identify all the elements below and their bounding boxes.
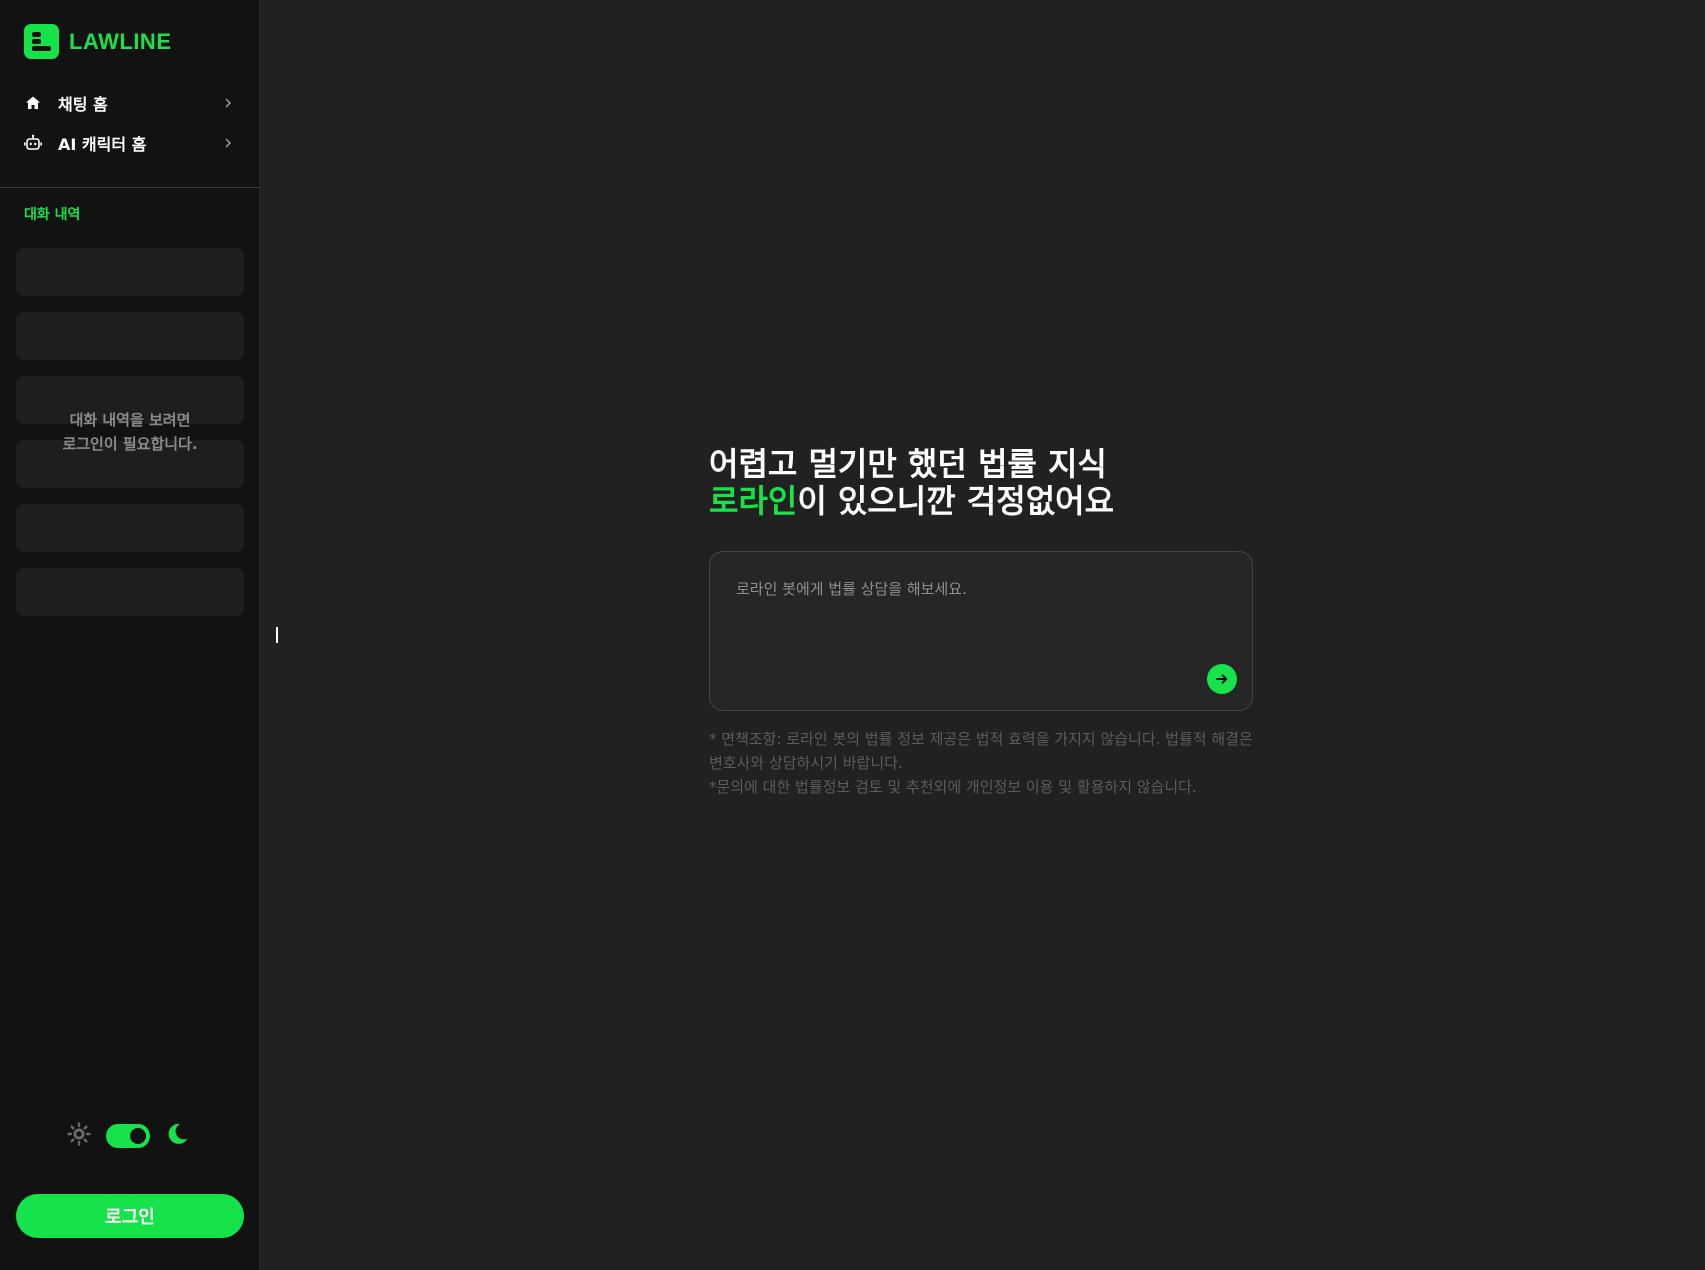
disclaimer-line: * 면책조항: 로라인 봇의 법률 정보 제공은 법적 효력을 가지지 않습니다… [709, 730, 1253, 772]
send-button[interactable] [1207, 664, 1237, 694]
history-login-notice: 대화 내역을 보려면 로그인이 필요합니다. [62, 411, 198, 453]
theme-switcher [66, 1121, 190, 1151]
robot-icon [24, 134, 42, 152]
hero-heading: 어렵고 멀기만 했던 법률 지식 로라인이 있으니깐 걱정없어요 [709, 446, 1114, 520]
history-placeholder-item [16, 568, 244, 616]
logo[interactable]: LAWLINE [24, 24, 172, 59]
nav-item-label: 채팅 홈 [58, 95, 108, 114]
nav-item-label: AI 캐릭터 홈 [58, 135, 147, 154]
home-icon [24, 94, 42, 112]
nav-item-ai-character-home[interactable]: AI 캐릭터 홈 [24, 127, 234, 159]
history-placeholder-item [16, 312, 244, 360]
toggle-knob [128, 1126, 148, 1146]
sun-icon[interactable] [66, 1121, 92, 1151]
hero-brand-accent: 로라인 [709, 482, 798, 520]
hero-line-2-rest: 이 있으니깐 걱정없어요 [797, 482, 1115, 520]
chevron-right-icon [222, 97, 234, 109]
dark-mode-toggle[interactable] [106, 1124, 150, 1148]
history-title: 대화 내역 [24, 207, 81, 223]
moon-icon[interactable] [164, 1121, 190, 1151]
login-button[interactable]: 로그인 [16, 1194, 244, 1238]
chevron-right-icon [222, 137, 234, 149]
chat-input-box [709, 551, 1253, 711]
chat-input[interactable] [734, 576, 1214, 666]
arrow-right-icon [1216, 674, 1228, 684]
text-cursor [276, 627, 278, 643]
disclaimer: * 면책조항: 로라인 봇의 법률 정보 제공은 법적 효력을 가지지 않습니다… [709, 727, 1259, 799]
hero-line-1: 어렵고 멀기만 했던 법률 지식 [709, 445, 1107, 483]
logo-mark-icon [24, 24, 59, 59]
nav-item-chat-home[interactable]: 채팅 홈 [24, 87, 234, 119]
hero-line-2: 로라인이 있으니깐 걱정없어요 [709, 483, 1114, 520]
brand-name: LAWLINE [69, 28, 172, 54]
history-placeholder-item [16, 504, 244, 552]
sidebar: LAWLINE 채팅 홈 AI 캐릭터 홈 대화 내역 대화 내역을 보려면 로… [0, 0, 260, 1270]
sidebar-divider [0, 187, 260, 188]
disclaimer-line: *문의에 대한 법률정보 검토 및 추천외에 개인정보 이용 및 활용하지 않습… [709, 778, 1197, 796]
history-placeholder-item [16, 248, 244, 296]
